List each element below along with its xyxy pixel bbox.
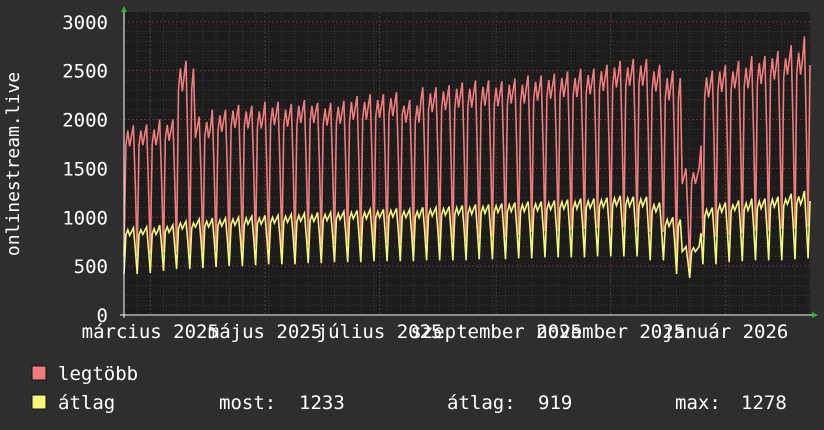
legend-swatch-atlag [31,394,47,410]
legend-swatch-legtobb [31,365,47,381]
legend: legtöbb átlag most: 1233 átlag: 919 max:… [31,363,787,414]
y-tick-label: 500 [74,256,108,278]
stat-max-label: max: [675,392,721,414]
stat-max-value: 1278 [741,392,787,414]
stat-atlag-value: 919 [538,392,572,414]
x-tick-label: május 2025 [208,321,322,343]
x-tick-label: március 2025 [82,321,219,343]
y-tick-label: 1000 [62,207,108,229]
stat-atlag-label: átlag: [447,392,516,414]
legend-label-legtobb: legtöbb [58,363,138,385]
y-axis-label: onlinestream.live [3,72,24,256]
x-tick-label: január 2026 [663,321,789,343]
y-tick-label: 2000 [62,110,108,132]
x-tick-labels: március 2025május 2025július 2025szeptem… [82,321,789,343]
y-tick-label: 3000 [62,12,108,34]
y-tick-label: 2500 [62,61,108,83]
stat-most-label: most: [219,392,276,414]
stat-most-value: 1233 [299,392,345,414]
y-axis-arrow-icon [121,6,127,12]
y-tick-labels: 050010001500200025003000 [62,12,108,327]
legend-label-atlag: átlag [58,392,115,414]
x-axis-arrow-icon [812,312,818,318]
y-tick-label: 1500 [62,158,108,180]
chart-root: 050010001500200025003000 március 2025máj… [3,6,818,414]
